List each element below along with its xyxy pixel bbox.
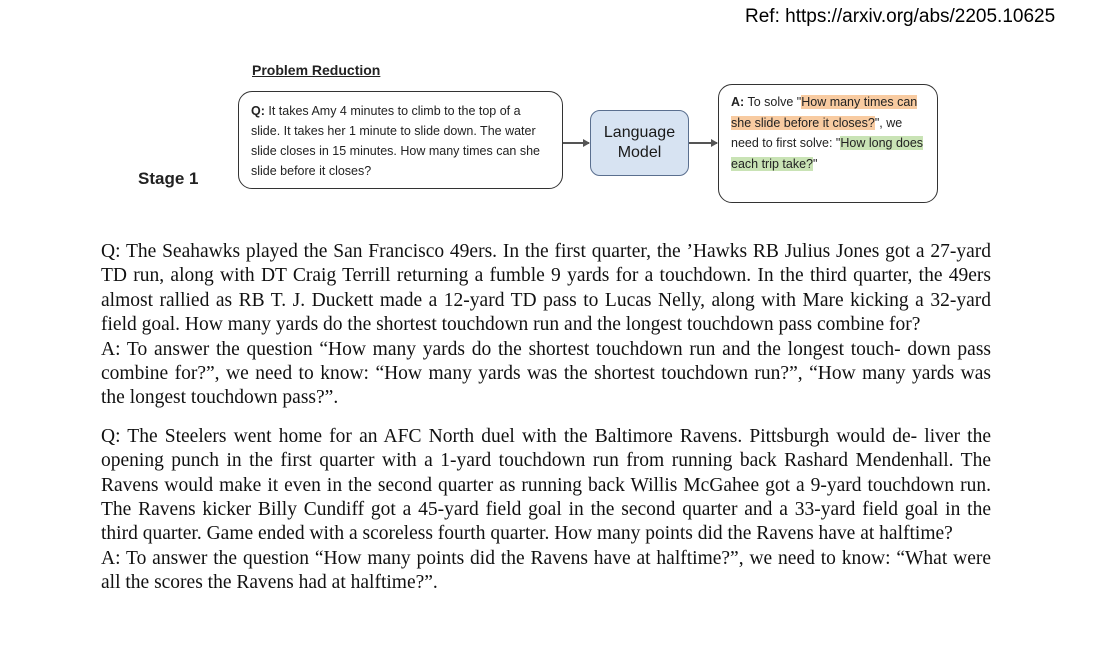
example-answer: A: To answer the question “How many yard… [101, 338, 991, 409]
arrow-to-model [563, 139, 590, 146]
model-label-line1: Language [603, 124, 676, 141]
reference-link: Ref: https://arxiv.org/abs/2205.10625 [745, 6, 1056, 27]
answer-prefix: A: [731, 95, 745, 109]
example-answer: A: To answer the question “How many poin… [101, 547, 991, 594]
answer-text-before: To solve " [744, 95, 802, 109]
examples-section: Q: The Seahawks played the San Francisco… [101, 240, 991, 596]
answer-box: A: To solve "How many times can she slid… [718, 84, 938, 203]
answer-text-end: " [813, 156, 818, 171]
question-text: It takes Amy 4 minutes to climb to the t… [251, 104, 541, 178]
example-question: Q: The Steelers went home for an AFC Nor… [101, 425, 991, 545]
arrow-to-answer [689, 139, 718, 146]
example-question: Q: The Seahawks played the San Francisco… [101, 241, 991, 336]
model-label-line2: Model [617, 144, 662, 161]
diagram-title: Problem Reduction [252, 62, 381, 78]
question-prefix: Q: [251, 104, 265, 118]
question-box: Q: It takes Amy 4 minutes to climb to th… [238, 91, 563, 189]
stage-label: Stage 1 [138, 169, 199, 188]
language-model-box: Language Model [590, 110, 689, 176]
